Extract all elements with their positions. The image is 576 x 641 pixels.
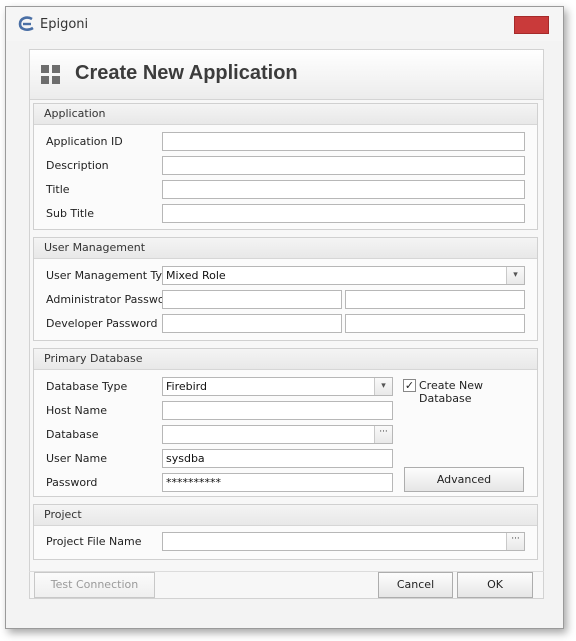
create-new-database-label[interactable]: Create New Database [419,379,537,405]
user-name-input[interactable]: sysdba [162,449,393,468]
user-management-type-select[interactable]: Mixed Role ▾ [162,266,525,285]
database-label: Database [46,428,99,441]
create-new-database-checkbox[interactable]: ✓ [403,379,416,392]
application-id-label: Application ID [46,135,123,148]
title-label: Title [46,183,70,196]
description-label: Description [46,159,109,172]
host-name-input[interactable] [162,401,393,420]
developer-password-input[interactable] [162,314,342,333]
cancel-button[interactable]: Cancel [378,572,453,598]
title-bar: Epigoni [6,7,563,41]
admin-password-confirm-input[interactable] [345,290,525,309]
grid-icon [41,65,61,85]
user-management-type-value: Mixed Role [166,269,226,282]
dialog-window: Epigoni Create New Application Applicati… [5,6,564,629]
epigoni-logo-icon [18,16,34,31]
subtitle-label: Sub Title [46,207,95,220]
browse-ellipsis-icon[interactable]: ··· [506,533,524,550]
project-section-title: Project [34,505,537,526]
subtitle-input[interactable] [162,204,525,223]
ok-button[interactable]: OK [457,572,533,598]
application-id-input[interactable] [162,132,525,151]
password-input[interactable]: ********** [162,473,393,492]
database-type-label: Database Type [46,380,128,393]
user-name-label: User Name [46,452,108,465]
database-input[interactable]: ··· [162,425,393,444]
title-input[interactable] [162,180,525,199]
description-input[interactable] [162,156,525,175]
project-file-name-label: Project File Name [46,535,142,548]
user-management-section-title: User Management [34,238,537,259]
primary-database-section-title: Primary Database [34,349,537,370]
test-connection-button[interactable]: Test Connection [34,572,155,598]
dialog-header: Create New Application [30,50,543,100]
password-label: Password [46,476,98,489]
application-group: Application Application ID Description T… [33,103,538,230]
project-group: Project Project File Name ··· [33,504,538,560]
browse-ellipsis-icon[interactable]: ··· [374,426,392,443]
page-title: Create New Application [75,62,298,84]
application-section-title: Application [34,104,537,125]
database-type-value: Firebird [166,380,207,393]
database-type-select[interactable]: Firebird ▾ [162,377,393,396]
user-management-group: User Management User Management Type Mix… [33,237,538,341]
project-file-name-input[interactable]: ··· [162,532,525,551]
chevron-down-icon[interactable]: ▾ [506,267,524,284]
chevron-down-icon[interactable]: ▾ [374,378,392,395]
admin-password-label: Administrator Password [46,293,176,306]
window-title: Epigoni [40,17,89,32]
developer-password-confirm-input[interactable] [345,314,525,333]
user-management-type-label: User Management Type [46,269,176,282]
developer-password-label: Developer Password [46,317,158,330]
admin-password-input[interactable] [162,290,342,309]
check-icon: ✓ [404,379,415,392]
host-name-label: Host Name [46,404,107,417]
advanced-button[interactable]: Advanced [404,467,524,492]
close-button[interactable] [514,16,549,34]
primary-database-group: Primary Database Database Type Firebird … [33,348,538,497]
